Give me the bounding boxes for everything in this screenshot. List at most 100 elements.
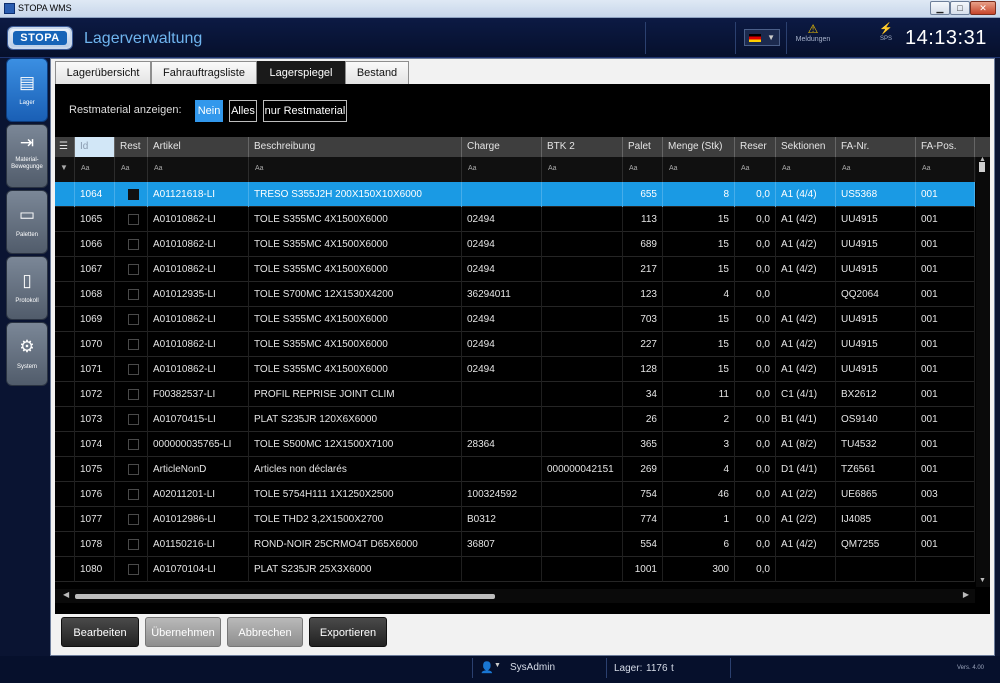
table-row[interactable]: 1064 A01121618-LI TRESO S355J2H 200X150X10…: [55, 182, 975, 207]
scroll-down-icon[interactable]: ▼: [979, 577, 986, 584]
row-indicator[interactable]: [55, 207, 75, 232]
column-filter-charge[interactable]: Aa: [462, 157, 542, 182]
chevron-down-icon[interactable]: ▼: [494, 662, 501, 669]
rest-checkbox[interactable]: [128, 364, 139, 375]
tab-fahrauftragsliste[interactable]: Fahrauftragsliste: [151, 61, 257, 84]
row-indicator[interactable]: [55, 532, 75, 557]
sidebar-item-material-bewegungen[interactable]: ⇥ Material- Bewegunge: [6, 124, 48, 188]
column-header-fa-pos[interactable]: FA-Pos.: [916, 137, 975, 157]
rest-checkbox[interactable]: [128, 289, 139, 300]
scroll-right-icon[interactable]: ▶: [963, 590, 969, 599]
filter-icon[interactable]: ▼: [55, 157, 75, 182]
sps-indicator[interactable]: ⚡ SPS: [874, 23, 898, 42]
column-header-fa-nr[interactable]: FA-Nr.: [836, 137, 916, 157]
row-indicator[interactable]: [55, 557, 75, 582]
abbrechen-button[interactable]: Abbrechen: [227, 617, 303, 647]
exportieren-button[interactable]: Exportieren: [309, 617, 387, 647]
column-filter-fa-pos[interactable]: Aa: [916, 157, 975, 182]
column-filter-id[interactable]: Aa: [75, 157, 115, 182]
table-row[interactable]: 1074 000000035765-LI TOLE S500MC 12X1500X7…: [55, 432, 975, 457]
filter-nur-restmaterial-button[interactable]: nur Restmaterial: [263, 100, 347, 122]
rest-checkbox[interactable]: [128, 189, 139, 200]
table-row[interactable]: 1065 A01010862-LI TOLE S355MC 4X1500X6000 0…: [55, 207, 975, 232]
rest-checkbox[interactable]: [128, 414, 139, 425]
row-indicator[interactable]: [55, 432, 75, 457]
rest-checkbox[interactable]: [128, 564, 139, 575]
tab-bestand[interactable]: Bestand: [345, 61, 409, 84]
row-indicator[interactable]: [55, 482, 75, 507]
column-header-beschreibung[interactable]: Beschreibung: [249, 137, 462, 157]
rest-checkbox[interactable]: [128, 239, 139, 250]
column-filter-artikel[interactable]: Aa: [148, 157, 249, 182]
scroll-left-icon[interactable]: ◀: [63, 590, 69, 599]
table-row[interactable]: 1075 ArticleNonD Articles non déclarés 0000…: [55, 457, 975, 482]
column-header-id[interactable]: Id: [75, 137, 115, 157]
rest-checkbox[interactable]: [128, 314, 139, 325]
sidebar-item-system[interactable]: ⚙ System: [6, 322, 48, 386]
user-icon[interactable]: 👤: [480, 661, 494, 674]
row-indicator[interactable]: [55, 232, 75, 257]
table-row[interactable]: 1066 A01010862-LI TOLE S355MC 4X1500X6000 0…: [55, 232, 975, 257]
sidebar-item-paletten[interactable]: ▭ Paletten: [6, 190, 48, 254]
horizontal-scrollbar[interactable]: ◀ ▶: [55, 589, 975, 603]
column-filter-palet[interactable]: Aa: [623, 157, 663, 182]
column-header-sektionen[interactable]: Sektionen: [776, 137, 836, 157]
column-chooser-icon[interactable]: ☰: [55, 137, 75, 157]
rest-checkbox[interactable]: [128, 489, 139, 500]
rest-checkbox[interactable]: [128, 389, 139, 400]
close-button[interactable]: ✕: [970, 1, 996, 15]
column-filter-rest[interactable]: Aa: [115, 157, 148, 182]
row-indicator[interactable]: [55, 357, 75, 382]
rest-checkbox[interactable]: [128, 214, 139, 225]
table-row[interactable]: 1068 A01012935-LI TOLE S700MC 12X1530X4200…: [55, 282, 975, 307]
bearbeiten-button[interactable]: Bearbeiten: [61, 617, 139, 647]
sidebar-item-lager[interactable]: ▤ Lager: [6, 58, 48, 122]
column-header-menge[interactable]: Menge (Stk): [663, 137, 735, 157]
row-indicator[interactable]: [55, 457, 75, 482]
maximize-button[interactable]: □: [950, 1, 970, 15]
row-indicator[interactable]: [55, 282, 75, 307]
rest-checkbox[interactable]: [128, 539, 139, 550]
rest-checkbox[interactable]: [128, 464, 139, 475]
table-row[interactable]: 1070 A01010862-LI TOLE S355MC 4X1500X6000 0…: [55, 332, 975, 357]
table-row[interactable]: 1080 A01070104-LI PLAT S235JR 25X3X6000 100…: [55, 557, 975, 582]
column-header-charge[interactable]: Charge: [462, 137, 542, 157]
column-filter-reser[interactable]: Aa: [735, 157, 776, 182]
rest-checkbox[interactable]: [128, 339, 139, 350]
column-header-artikel[interactable]: Artikel: [148, 137, 249, 157]
table-row[interactable]: 1076 A02011201-LI TOLE 5754H111 1X1250X250…: [55, 482, 975, 507]
row-indicator[interactable]: [55, 307, 75, 332]
column-filter-btk2[interactable]: Aa: [542, 157, 623, 182]
vertical-scrollbar[interactable]: ▲ ▼: [976, 156, 990, 587]
column-filter-beschreibung[interactable]: Aa: [249, 157, 462, 182]
row-indicator[interactable]: [55, 507, 75, 532]
column-filter-fa-nr[interactable]: Aa: [836, 157, 916, 182]
filter-alles-button[interactable]: Alles: [229, 100, 257, 122]
rest-checkbox[interactable]: [128, 514, 139, 525]
table-row[interactable]: 1071 A01010862-LI TOLE S355MC 4X1500X6000 0…: [55, 357, 975, 382]
column-header-palet[interactable]: Palet: [623, 137, 663, 157]
column-filter-menge[interactable]: Aa: [663, 157, 735, 182]
table-row[interactable]: 1073 A01070415-LI PLAT S235JR 120X6X6000 26…: [55, 407, 975, 432]
table-row[interactable]: 1072 F00382537-LI PROFIL REPRISE JOINT CLI…: [55, 382, 975, 407]
tab-lagerspiegel[interactable]: Lagerspiegel: [257, 61, 345, 84]
uebernehmen-button[interactable]: Übernehmen: [145, 617, 221, 647]
scroll-thumb[interactable]: [75, 594, 495, 599]
language-dropdown[interactable]: ▼: [744, 29, 780, 46]
table-row[interactable]: 1069 A01010862-LI TOLE S355MC 4X1500X6000 0…: [55, 307, 975, 332]
row-indicator[interactable]: [55, 382, 75, 407]
table-row[interactable]: 1077 A01012986-LI TOLE THD2 3,2X1500X2700 B…: [55, 507, 975, 532]
minimize-button[interactable]: ▁: [930, 1, 950, 15]
table-row[interactable]: 1067 A01010862-LI TOLE S355MC 4X1500X6000 0…: [55, 257, 975, 282]
messages-indicator[interactable]: ⚠ Meldungen: [793, 23, 833, 44]
row-indicator[interactable]: [55, 332, 75, 357]
rest-checkbox[interactable]: [128, 264, 139, 275]
row-indicator[interactable]: [55, 182, 75, 207]
column-header-reser[interactable]: Reser: [735, 137, 776, 157]
column-filter-sektionen[interactable]: Aa: [776, 157, 836, 182]
column-header-btk2[interactable]: BTK 2: [542, 137, 623, 157]
rest-checkbox[interactable]: [128, 439, 139, 450]
row-indicator[interactable]: [55, 257, 75, 282]
scroll-thumb[interactable]: [979, 162, 985, 172]
sidebar-item-protokoll[interactable]: ▯ Protokoll: [6, 256, 48, 320]
